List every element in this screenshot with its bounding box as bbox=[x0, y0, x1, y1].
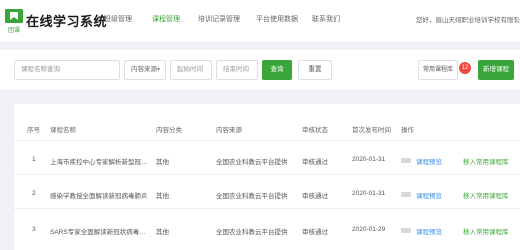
course-preview-link[interactable]: 课程预览 bbox=[416, 190, 442, 200]
row-category: 其他 bbox=[156, 193, 169, 200]
nav-class-management[interactable]: 班级管理 bbox=[104, 14, 132, 24]
row-course-name: 上海市疾控中心专家解析新型冠状病毒肺炎 bbox=[50, 159, 150, 166]
course-name-search-input[interactable]: 课程名称查询 bbox=[14, 60, 120, 80]
row-index: 2 bbox=[32, 190, 36, 197]
common-courses-count-badge: 12 bbox=[459, 62, 471, 74]
row-course-name: SARS专家全面解读新冠状病毒肺炎 bbox=[50, 229, 150, 236]
move-to-common-link[interactable]: 移入常用课程库 bbox=[463, 226, 509, 236]
row-source: 全国农业科教云平台提供 bbox=[216, 193, 288, 200]
preview-thumbnail-icon bbox=[401, 158, 411, 163]
row-source: 全国农业科教云平台提供 bbox=[216, 159, 288, 166]
header-status: 审核状态 bbox=[302, 127, 328, 134]
row-category: 其他 bbox=[156, 229, 169, 236]
course-preview-link[interactable]: 课程预览 bbox=[416, 156, 442, 166]
move-to-common-link[interactable]: 移入常用课程库 bbox=[463, 190, 509, 200]
preview-thumbnail-icon bbox=[401, 192, 411, 197]
header-publish-date: 首次发布时间 bbox=[352, 127, 391, 134]
nav-training-records[interactable]: 培训记录管理 bbox=[198, 14, 240, 24]
chevron-down-icon: ▾ bbox=[157, 67, 161, 73]
nav-course-management[interactable]: 课程管理 bbox=[152, 14, 180, 24]
logo-icon: 团课 bbox=[5, 9, 23, 34]
user-greeting[interactable]: 您好，眉山天翊职业培训学校有限公司 bbox=[416, 14, 520, 24]
query-button[interactable]: 查询 bbox=[262, 60, 292, 80]
header-divider bbox=[14, 140, 520, 141]
row-status: 审核通过 bbox=[302, 229, 328, 236]
app-title: 在线学习系统 bbox=[26, 14, 108, 29]
nav-platform-data[interactable]: 平台使用数据 bbox=[256, 14, 298, 24]
row-status: 审核通过 bbox=[302, 159, 328, 166]
logo-text: 团课 bbox=[8, 26, 20, 34]
preview-thumbnail-icon bbox=[401, 228, 411, 233]
row-divider bbox=[14, 208, 520, 209]
nav-contact-us[interactable]: 联系我们 bbox=[312, 14, 340, 24]
common-courses-button[interactable]: 常用课程库 bbox=[418, 60, 458, 80]
header-category: 内容分类 bbox=[156, 127, 182, 134]
add-course-button[interactable]: 新增课程 bbox=[478, 60, 514, 80]
row-publish-date: 2020-01-31 bbox=[352, 156, 386, 163]
row-divider bbox=[14, 174, 520, 175]
row-publish-date: 2020-01-29 bbox=[352, 226, 386, 233]
start-time-input[interactable]: 起始时间 bbox=[170, 60, 212, 80]
row-source: 全国农业科教云平台提供 bbox=[216, 229, 288, 236]
row-publish-date: 2020-01-31 bbox=[352, 190, 386, 197]
end-time-input[interactable]: 结束时间 bbox=[216, 60, 258, 80]
header-source: 内容来源 bbox=[216, 127, 242, 134]
reset-button[interactable]: 重置 bbox=[298, 60, 332, 80]
row-course-name: 感染学教授全面解读新冠病毒肺炎 bbox=[50, 193, 148, 200]
row-category: 其他 bbox=[156, 159, 169, 166]
row-status: 审核通过 bbox=[302, 193, 328, 200]
course-preview-link[interactable]: 课程预览 bbox=[416, 226, 442, 236]
header-index: 序号 bbox=[27, 127, 40, 134]
row-index: 1 bbox=[32, 156, 36, 163]
row-index: 3 bbox=[32, 226, 36, 233]
chevron-down-icon[interactable]: ▾ bbox=[514, 15, 517, 22]
top-navigation-bar: 团课 在线学习系统 班级管理 课程管理 培训记录管理 平台使用数据 联系我们 您… bbox=[0, 0, 520, 42]
move-to-common-link[interactable]: 移入常用课程库 bbox=[463, 156, 509, 166]
header-course-name: 课程名称 bbox=[50, 127, 76, 134]
header-actions: 操作 bbox=[401, 127, 414, 134]
